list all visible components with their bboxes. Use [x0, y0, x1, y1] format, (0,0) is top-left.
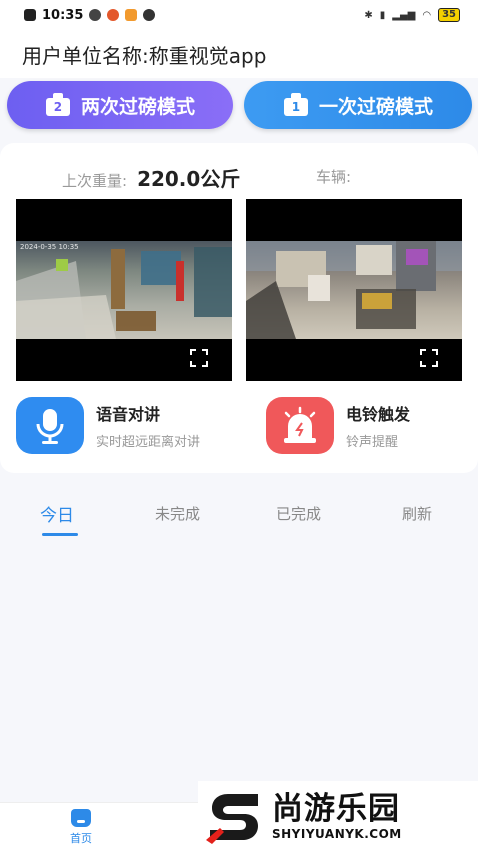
watermark-logo	[206, 793, 258, 844]
voice-intercom-subtitle: 实时超远距离对讲	[96, 435, 201, 450]
nav-home[interactable]: 首页	[58, 809, 104, 846]
two-weigh-mode-button[interactable]: 2 两次过磅模式	[7, 81, 233, 129]
bell-trigger-button[interactable]: 电铃触发 铃声提醒	[266, 397, 410, 454]
tab-completed[interactable]: 已完成	[276, 503, 321, 524]
scale-icon: 1	[283, 93, 309, 117]
camera-feed-2[interactable]	[246, 199, 462, 381]
bell-trigger-title: 电铃触发	[346, 405, 411, 424]
camera-timestamp: 2024-0-35 10:35	[20, 243, 79, 251]
battery-icon: 35	[438, 8, 460, 22]
tab-today[interactable]: 今日	[40, 501, 74, 526]
app-notification-icon	[89, 9, 102, 21]
notification-icon	[24, 9, 36, 21]
vehicle-label: 车辆:	[316, 168, 352, 186]
home-icon	[71, 809, 91, 827]
voice-intercom-button[interactable]: 语音对讲 实时超远距离对讲	[16, 397, 200, 454]
microphone-icon	[16, 397, 84, 454]
status-time: 10:35	[42, 7, 84, 23]
one-weigh-mode-label: 一次过磅模式	[318, 95, 433, 118]
camera-image	[246, 241, 462, 339]
fullscreen-icon[interactable]	[190, 349, 208, 367]
last-weight-label: 上次重量:	[62, 172, 128, 190]
camera-image	[16, 241, 232, 339]
watermark: 尚游乐园 SHYIYUANYK.COM	[198, 781, 478, 850]
camera-feed-1[interactable]: 2024-0-35 10:35	[16, 199, 232, 381]
tab-refresh[interactable]: 刷新	[402, 503, 432, 524]
vibrate-icon: ▮	[379, 9, 386, 21]
bluetooth-icon: ✱	[364, 9, 373, 21]
tab-incomplete[interactable]: 未完成	[155, 503, 200, 524]
active-tab-indicator	[42, 533, 78, 536]
app-notification-icon	[125, 9, 138, 21]
wifi-icon: ◠	[422, 9, 432, 21]
voice-intercom-title: 语音对讲	[96, 405, 161, 424]
app-notification-icon	[143, 9, 156, 21]
last-weight-value: 220.0公斤	[137, 167, 241, 191]
scale-icon: 2	[45, 93, 71, 117]
record-tabs: 今日 未完成 已完成 刷新	[0, 497, 478, 541]
app-notification-icon	[107, 9, 120, 21]
nav-home-label: 首页	[70, 832, 92, 845]
alarm-light-icon	[266, 397, 334, 454]
one-weigh-mode-button[interactable]: 1 一次过磅模式	[244, 81, 472, 129]
last-weight-row: 上次重量: 220.0公斤	[62, 163, 240, 192]
bell-trigger-subtitle: 铃声提醒	[346, 435, 399, 450]
unit-name: 用户单位名称:称重视觉app	[22, 43, 267, 68]
watermark-url: SHYIYUANYK.COM	[272, 826, 402, 841]
unit-name-bar: 用户单位名称:称重视觉app	[0, 30, 478, 78]
signal-icon: ▂▄▆	[392, 9, 416, 21]
two-weigh-mode-label: 两次过磅模式	[80, 95, 195, 118]
status-bar: 10:35 ✱ ▮ ▂▄▆ ◠ 35	[0, 0, 478, 30]
watermark-title: 尚游乐园	[272, 790, 400, 827]
fullscreen-icon[interactable]	[420, 349, 438, 367]
